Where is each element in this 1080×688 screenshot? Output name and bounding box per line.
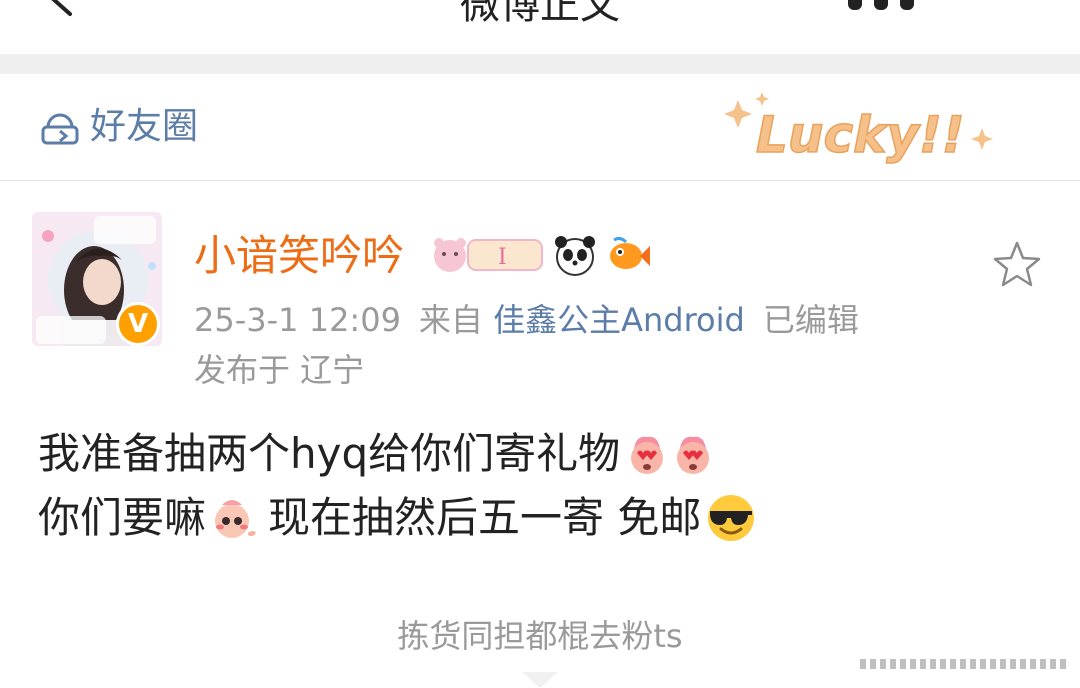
edited-label: 已编辑	[762, 301, 859, 339]
post-source-link[interactable]: 佳鑫公主Android	[493, 301, 745, 339]
verified-badge: V	[116, 302, 160, 346]
svg-text:I: I	[498, 245, 507, 270]
source-prefix: 来自	[418, 301, 483, 339]
post-location: 发布于 辽宁	[194, 351, 365, 389]
top-nav-bar: 微博正文	[0, 0, 1080, 54]
lucky-sticker-text: Lucky!!	[756, 106, 965, 164]
content-line: 你们要嘛 现在抽然后五一寄 免邮	[38, 486, 1038, 550]
content-line: 我准备抽两个hyq给你们寄礼物	[38, 422, 1038, 486]
sunglasses-emoji-icon	[708, 495, 755, 541]
content-text: 你们要嘛	[38, 493, 207, 542]
content-text: 我准备抽两个hyq给你们寄礼物	[38, 429, 621, 478]
username[interactable]: 小谙笑吟吟	[194, 228, 404, 284]
fish-badge-icon	[610, 236, 650, 269]
heart-eyes-emoji-icon	[631, 436, 664, 474]
content-text: 现在抽然后五一寄 免邮	[268, 493, 702, 542]
footer-text: 拣货同担都棍去粉ts	[397, 617, 683, 655]
user-badges: I	[430, 232, 660, 278]
post-content: 我准备抽两个hyq给你们寄礼物 你们要嘛 现在抽然后五一寄 免邮	[38, 422, 1038, 550]
star-outline-icon[interactable]	[990, 238, 1044, 292]
lucky-sticker: Lucky!!	[724, 92, 993, 165]
caret-down-icon	[522, 672, 558, 688]
friend-circle-label: 好友圈	[90, 106, 199, 147]
post-meta: 25-3-1 12:09 来自 佳鑫公主Android 已编辑	[194, 298, 859, 342]
panda-badge-icon	[555, 236, 595, 276]
section-divider	[0, 54, 1080, 74]
post-timestamp: 25-3-1 12:09	[194, 301, 401, 339]
shy-emoji-icon	[215, 500, 257, 538]
friend-circle-icon	[41, 113, 79, 145]
more-icon[interactable]	[838, 0, 924, 14]
heart-eyes-emoji-icon	[677, 436, 710, 474]
page-indicator	[860, 659, 1066, 669]
friend-circle-link[interactable]: 好友圈	[38, 104, 198, 150]
friend-circle-bar: 好友圈 Lucky!!	[0, 74, 1080, 181]
bear-banner-badge-icon: I	[434, 238, 543, 272]
